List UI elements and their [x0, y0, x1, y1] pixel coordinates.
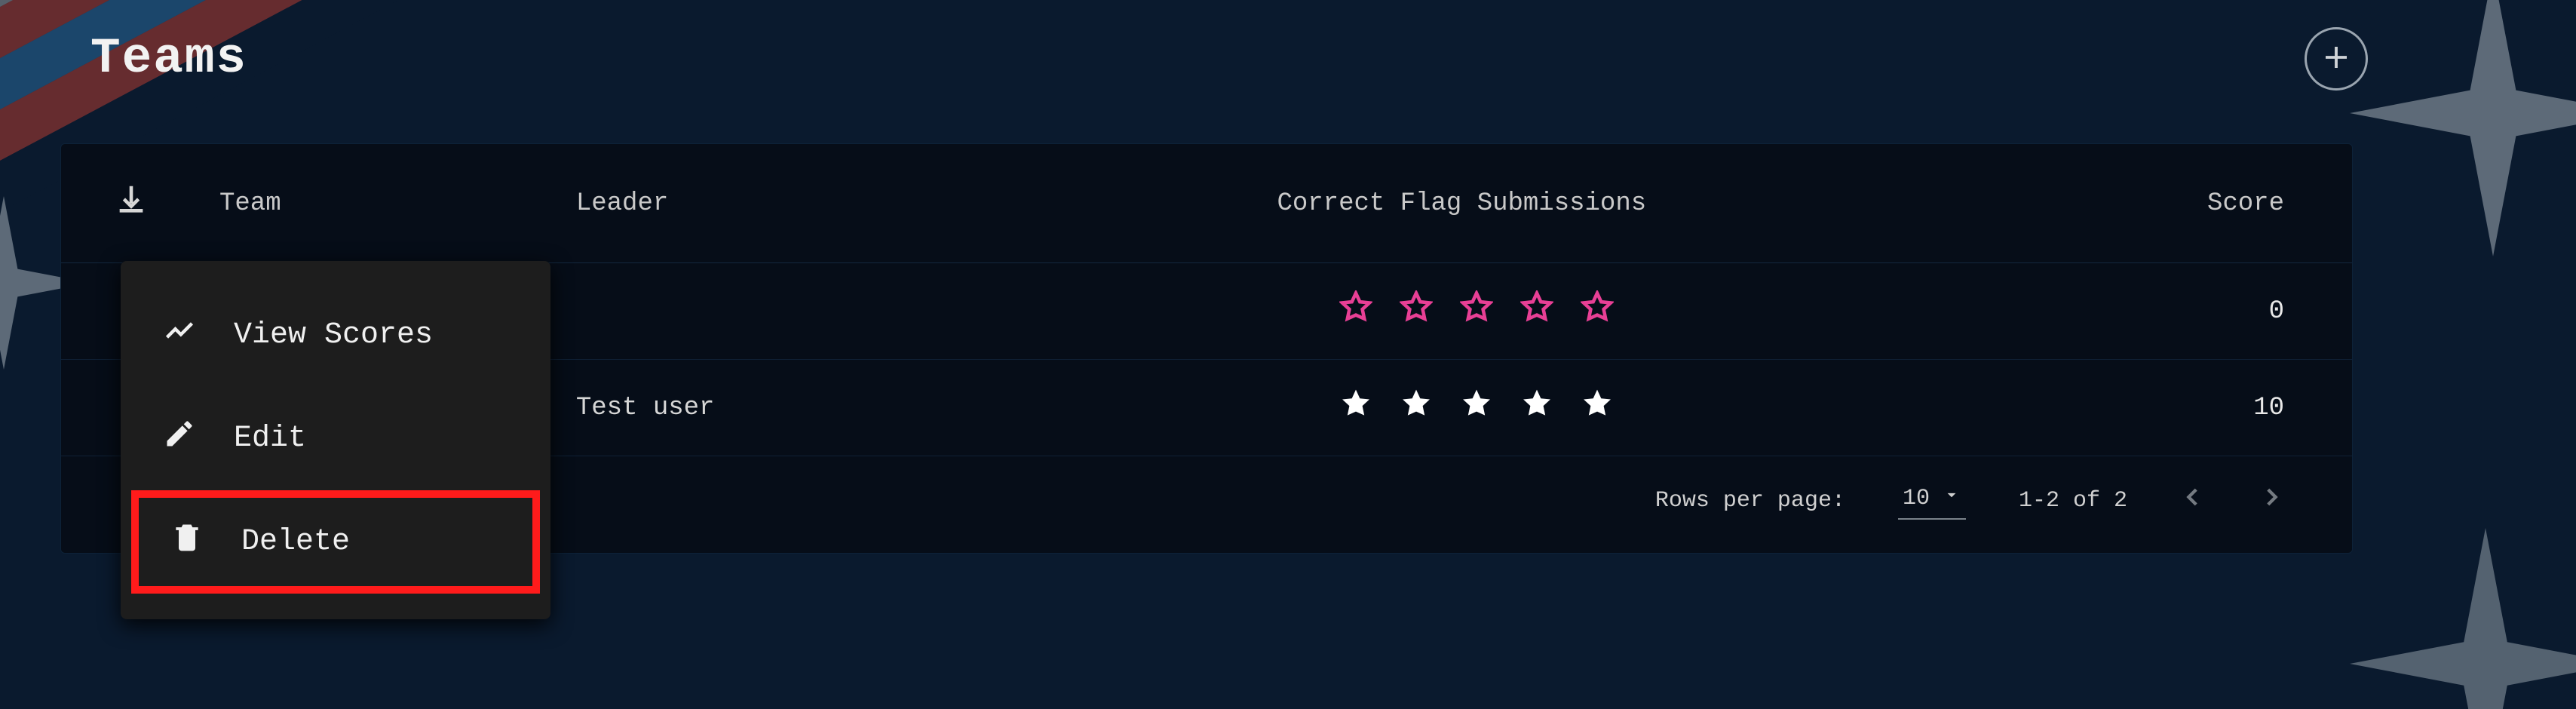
decorative-star-icon: [2350, 528, 2576, 709]
pagination-range: 1-2 of 2: [2019, 488, 2127, 514]
chevron-left-icon: [2180, 492, 2206, 517]
menu-item-label: View Scores: [234, 318, 433, 352]
prev-page-button[interactable]: [2180, 484, 2206, 517]
plus-icon: [2320, 41, 2352, 77]
menu-item-delete[interactable]: Delete: [131, 490, 540, 594]
flags-cell: [1010, 263, 1943, 360]
menu-item-label: Edit: [234, 422, 306, 456]
col-score[interactable]: Score: [1943, 144, 2352, 263]
trend-icon: [163, 314, 196, 357]
leader-cell: Test user: [546, 360, 1010, 456]
chevron-right-icon: [2259, 492, 2284, 517]
score-cell: 0: [1943, 263, 2352, 360]
decorative-star-icon: [2350, 0, 2576, 256]
menu-item-edit[interactable]: Edit: [121, 387, 550, 490]
rows-per-page-select[interactable]: 10: [1898, 482, 1966, 520]
add-team-button[interactable]: [2305, 27, 2368, 91]
page-title: Teams: [90, 30, 247, 87]
leader-cell: [546, 263, 1010, 360]
pencil-icon: [163, 417, 196, 460]
star-rating: [1339, 290, 1614, 324]
rows-per-page-value: 10: [1903, 486, 1930, 511]
col-team[interactable]: Team: [189, 144, 546, 263]
table-header-row: Team Leader Correct Flag Submissions Sco…: [61, 144, 2352, 263]
score-cell: 10: [1943, 360, 2352, 456]
row-context-menu: View Scores Edit Delete: [121, 261, 550, 619]
flags-cell: [1010, 360, 1943, 456]
col-flags[interactable]: Correct Flag Submissions: [1010, 144, 1943, 263]
download-icon[interactable]: [114, 196, 149, 225]
star-rating: [1339, 387, 1614, 420]
menu-item-label: Delete: [241, 525, 350, 559]
col-leader[interactable]: Leader: [546, 144, 1010, 263]
rows-per-page-label: Rows per page:: [1655, 488, 1845, 514]
trash-icon: [170, 520, 204, 563]
chevron-down-icon: [1942, 485, 1961, 512]
next-page-button[interactable]: [2259, 484, 2284, 517]
menu-item-view-scores[interactable]: View Scores: [121, 284, 550, 387]
